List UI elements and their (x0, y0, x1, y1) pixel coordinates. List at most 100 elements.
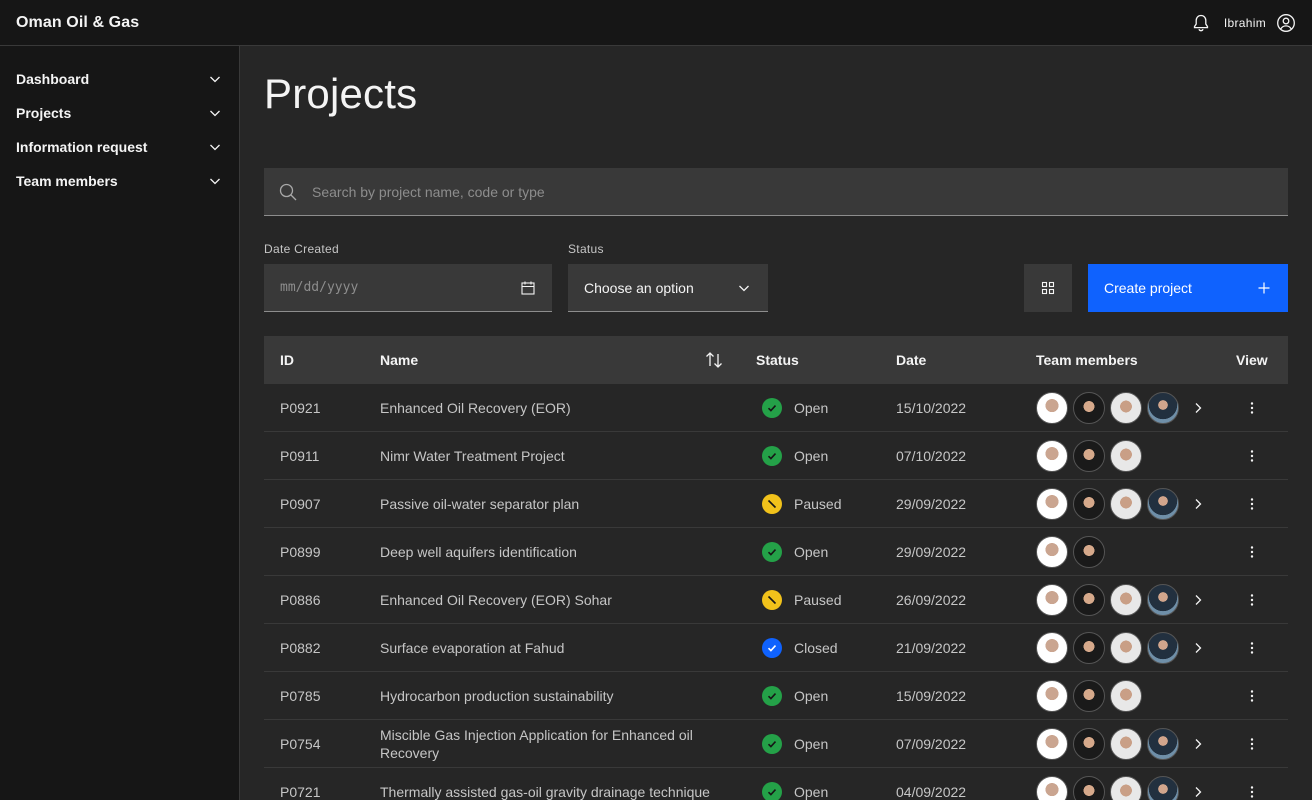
avatar[interactable] (1073, 440, 1105, 472)
avatar[interactable] (1147, 392, 1179, 424)
avatar[interactable] (1073, 728, 1105, 760)
cell-name[interactable]: Nimr Water Treatment Project (380, 432, 720, 480)
table-row[interactable]: P0785 Hydrocarbon production sustainabil… (264, 672, 1288, 720)
row-overflow-menu-button[interactable] (1240, 684, 1264, 708)
more-members-button[interactable] (1186, 588, 1210, 612)
avatar[interactable] (1073, 680, 1105, 712)
cell-status: Open (762, 432, 828, 480)
status-open-icon (762, 782, 782, 800)
avatar[interactable] (1036, 488, 1068, 520)
grid-view-button[interactable] (1024, 264, 1072, 312)
more-members-button[interactable] (1186, 780, 1210, 800)
avatar[interactable] (1147, 488, 1179, 520)
cell-name[interactable]: Passive oil-water separator plan (380, 480, 720, 528)
more-members-button[interactable] (1186, 636, 1210, 660)
cell-team-members (1036, 720, 1210, 768)
cell-name[interactable]: Enhanced Oil Recovery (EOR) (380, 384, 720, 432)
notification-button[interactable] (1178, 0, 1224, 46)
avatar[interactable] (1110, 776, 1142, 800)
avatar[interactable] (1036, 728, 1068, 760)
row-overflow-menu-button[interactable] (1240, 636, 1264, 660)
row-overflow-menu-button[interactable] (1240, 540, 1264, 564)
sidebar-item-label: Team members (16, 173, 118, 189)
cell-team-members (1036, 768, 1210, 800)
avatar[interactable] (1110, 680, 1142, 712)
more-members-button[interactable] (1186, 492, 1210, 516)
table-row[interactable]: P0754 Miscible Gas Injection Application… (264, 720, 1288, 768)
cell-date: 15/10/2022 (896, 400, 967, 416)
column-header-status: Status (756, 352, 799, 368)
status-open-icon (762, 734, 782, 754)
search-bar[interactable] (264, 167, 1288, 216)
table-row[interactable]: P0882 Surface evaporation at Fahud Close… (264, 624, 1288, 672)
cell-name[interactable]: Enhanced Oil Recovery (EOR) Sohar (380, 576, 720, 624)
table-row[interactable]: P0886 Enhanced Oil Recovery (EOR) Sohar … (264, 576, 1288, 624)
brand-name[interactable]: Oman Oil & Gas (16, 14, 139, 32)
cell-status: Closed (762, 624, 838, 672)
row-overflow-menu-button[interactable] (1240, 732, 1264, 756)
calendar-icon[interactable] (520, 280, 536, 296)
cell-date: 29/09/2022 (896, 496, 967, 512)
avatar[interactable] (1110, 728, 1142, 760)
avatar[interactable] (1036, 392, 1068, 424)
table-row[interactable]: P0921 Enhanced Oil Recovery (EOR) Open 1… (264, 384, 1288, 432)
table-row[interactable]: P0907 Passive oil-water separator plan P… (264, 480, 1288, 528)
row-overflow-menu-button[interactable] (1240, 444, 1264, 468)
search-input[interactable] (312, 167, 1288, 216)
column-header-name[interactable]: Name (380, 336, 418, 384)
sidebar-item-team-members[interactable]: Team members (0, 164, 239, 198)
avatar[interactable] (1147, 776, 1179, 800)
row-overflow-menu-button[interactable] (1240, 396, 1264, 420)
cell-name[interactable]: Miscible Gas Injection Application for E… (380, 720, 720, 768)
avatar[interactable] (1110, 440, 1142, 472)
row-overflow-menu-button[interactable] (1240, 780, 1264, 800)
sidebar-item-projects[interactable]: Projects (0, 96, 239, 130)
page-title: Projects (264, 70, 418, 117)
cell-name[interactable]: Hydrocarbon production sustainability (380, 672, 720, 720)
avatar[interactable] (1147, 632, 1179, 664)
table-row[interactable]: P0721 Thermally assisted gas-oil gravity… (264, 768, 1288, 800)
table-row[interactable]: P0911 Nimr Water Treatment Project Open … (264, 432, 1288, 480)
sidebar-item-label: Projects (16, 105, 72, 121)
avatar[interactable] (1147, 584, 1179, 616)
status-select[interactable]: Choose an option (568, 264, 768, 312)
cell-id: P0886 (280, 592, 321, 608)
row-overflow-menu-button[interactable] (1240, 588, 1264, 612)
status-filter-label: Status (568, 242, 604, 256)
cell-name[interactable]: Surface evaporation at Fahud (380, 624, 720, 672)
avatar[interactable] (1073, 536, 1105, 568)
status-select-value: Choose an option (584, 279, 694, 296)
avatar[interactable] (1110, 392, 1142, 424)
avatar[interactable] (1073, 584, 1105, 616)
avatar[interactable] (1073, 488, 1105, 520)
avatar[interactable] (1036, 584, 1068, 616)
cell-status: Paused (762, 576, 841, 624)
avatar[interactable] (1036, 632, 1068, 664)
avatar[interactable] (1073, 632, 1105, 664)
avatar[interactable] (1036, 440, 1068, 472)
sort-arrows-icon[interactable] (704, 350, 724, 370)
avatar[interactable] (1110, 488, 1142, 520)
avatar[interactable] (1073, 776, 1105, 800)
cell-name[interactable]: Deep well aquifers identification (380, 528, 720, 576)
sidebar-item-information-request[interactable]: Information request (0, 130, 239, 164)
more-members-button[interactable] (1186, 732, 1210, 756)
avatar[interactable] (1110, 584, 1142, 616)
avatar[interactable] (1036, 680, 1068, 712)
column-header-team-members: Team members (1036, 352, 1138, 368)
chevron-down-icon (210, 178, 220, 185)
avatar[interactable] (1147, 728, 1179, 760)
avatar[interactable] (1036, 536, 1068, 568)
cell-name[interactable]: Thermally assisted gas-oil gravity drain… (380, 768, 720, 800)
sidebar-item-dashboard[interactable]: Dashboard (0, 62, 239, 96)
table-row[interactable]: P0899 Deep well aquifers identification … (264, 528, 1288, 576)
create-project-button[interactable]: Create project (1088, 264, 1288, 312)
more-members-button[interactable] (1186, 396, 1210, 420)
avatar[interactable] (1110, 632, 1142, 664)
avatar[interactable] (1036, 776, 1068, 800)
cell-id: P0785 (280, 688, 321, 704)
row-overflow-menu-button[interactable] (1240, 492, 1264, 516)
user-menu[interactable]: Ibrahim (1224, 0, 1312, 46)
avatar[interactable] (1073, 392, 1105, 424)
date-created-field[interactable]: mm/dd/yyyy (264, 264, 552, 312)
